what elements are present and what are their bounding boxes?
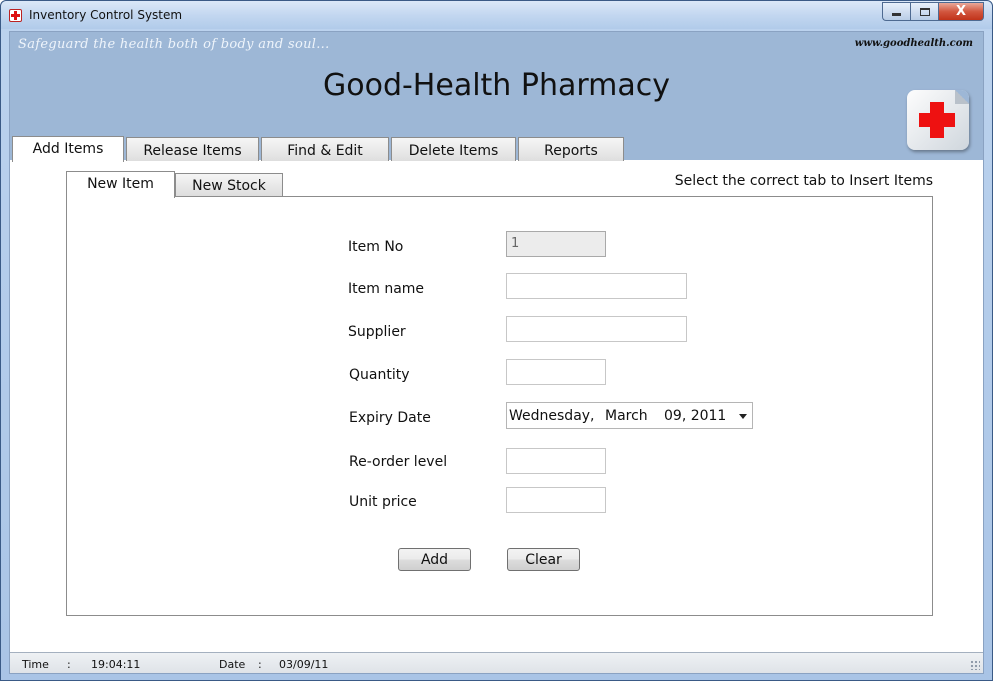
date-weekday[interactable]: Wednesday, — [509, 408, 595, 424]
add-button[interactable]: Add — [398, 548, 471, 571]
item-name-label: Item name — [348, 281, 425, 297]
sub-tab-strip: New Item New Stock — [66, 170, 283, 198]
item-no-field: 1 — [506, 231, 606, 257]
date-value: 03/09/11 — [279, 658, 329, 671]
unit-price-label: Unit price — [349, 494, 417, 510]
date-separator: : — [258, 658, 262, 671]
tab-reports[interactable]: Reports — [518, 137, 624, 161]
website-text: www.goodhealth.com — [854, 38, 973, 49]
minimize-icon — [892, 13, 901, 16]
time-separator: : — [67, 658, 71, 671]
hint-text: Select the correct tab to Insert Items — [674, 173, 933, 189]
close-icon: X — [955, 4, 967, 19]
red-cross-icon — [907, 90, 969, 150]
app-title: Good-Health Pharmacy — [322, 68, 671, 103]
tab-find-edit[interactable]: Find & Edit — [261, 137, 389, 161]
client-area: Safeguard the health both of body and so… — [9, 31, 984, 674]
reorder-level-field[interactable] — [506, 448, 606, 474]
clear-button[interactable]: Clear — [507, 548, 580, 571]
minimize-button[interactable] — [882, 2, 910, 21]
date-month[interactable]: March — [605, 408, 648, 424]
logo-fold — [955, 90, 969, 104]
date-label: Date — [219, 658, 246, 671]
new-item-panel: Item No 1 Item name Supplier Quantity Ex… — [66, 196, 933, 616]
tagline: Safeguard the health both of body and so… — [18, 37, 330, 52]
close-button[interactable]: X — [938, 2, 984, 21]
tab-new-stock[interactable]: New Stock — [175, 173, 283, 197]
expiry-date-picker[interactable]: Wednesday, March 09, 2011 — [506, 402, 753, 429]
quantity-label: Quantity — [349, 367, 410, 383]
tab-add-items[interactable]: Add Items — [12, 136, 124, 162]
title-bar[interactable]: Inventory Control System X — [1, 1, 992, 29]
expiry-date-label: Expiry Date — [349, 410, 431, 426]
app-icon[interactable] — [9, 9, 22, 22]
time-label: Time — [22, 658, 49, 671]
unit-price-field[interactable] — [506, 487, 606, 513]
tab-release-items[interactable]: Release Items — [126, 137, 259, 161]
date-day-year[interactable]: 09, 2011 — [664, 408, 726, 424]
chevron-down-icon[interactable] — [739, 414, 747, 419]
time-value: 19:04:11 — [91, 658, 141, 671]
item-no-label: Item No — [348, 239, 404, 255]
resize-grip-icon[interactable] — [970, 660, 980, 670]
tab-new-item[interactable]: New Item — [66, 171, 175, 198]
app-window: Inventory Control System X Safeguard the… — [0, 0, 993, 681]
quantity-field[interactable] — [506, 359, 606, 385]
supplier-field[interactable] — [506, 316, 687, 342]
reorder-level-label: Re-order level — [349, 454, 448, 470]
maximize-button[interactable] — [910, 2, 938, 21]
item-name-field[interactable] — [506, 273, 687, 299]
logo-cross-horizontal — [919, 113, 955, 127]
window-title: Inventory Control System — [29, 8, 183, 22]
tab-delete-items[interactable]: Delete Items — [391, 137, 516, 161]
supplier-label: Supplier — [348, 324, 406, 340]
main-tab-strip: Add Items Release Items Find & Edit Dele… — [12, 136, 626, 162]
maximize-icon — [919, 7, 930, 16]
window-controls: X — [882, 2, 984, 21]
status-bar: Time : 19:04:11 Date : 03/09/11 — [10, 652, 983, 673]
